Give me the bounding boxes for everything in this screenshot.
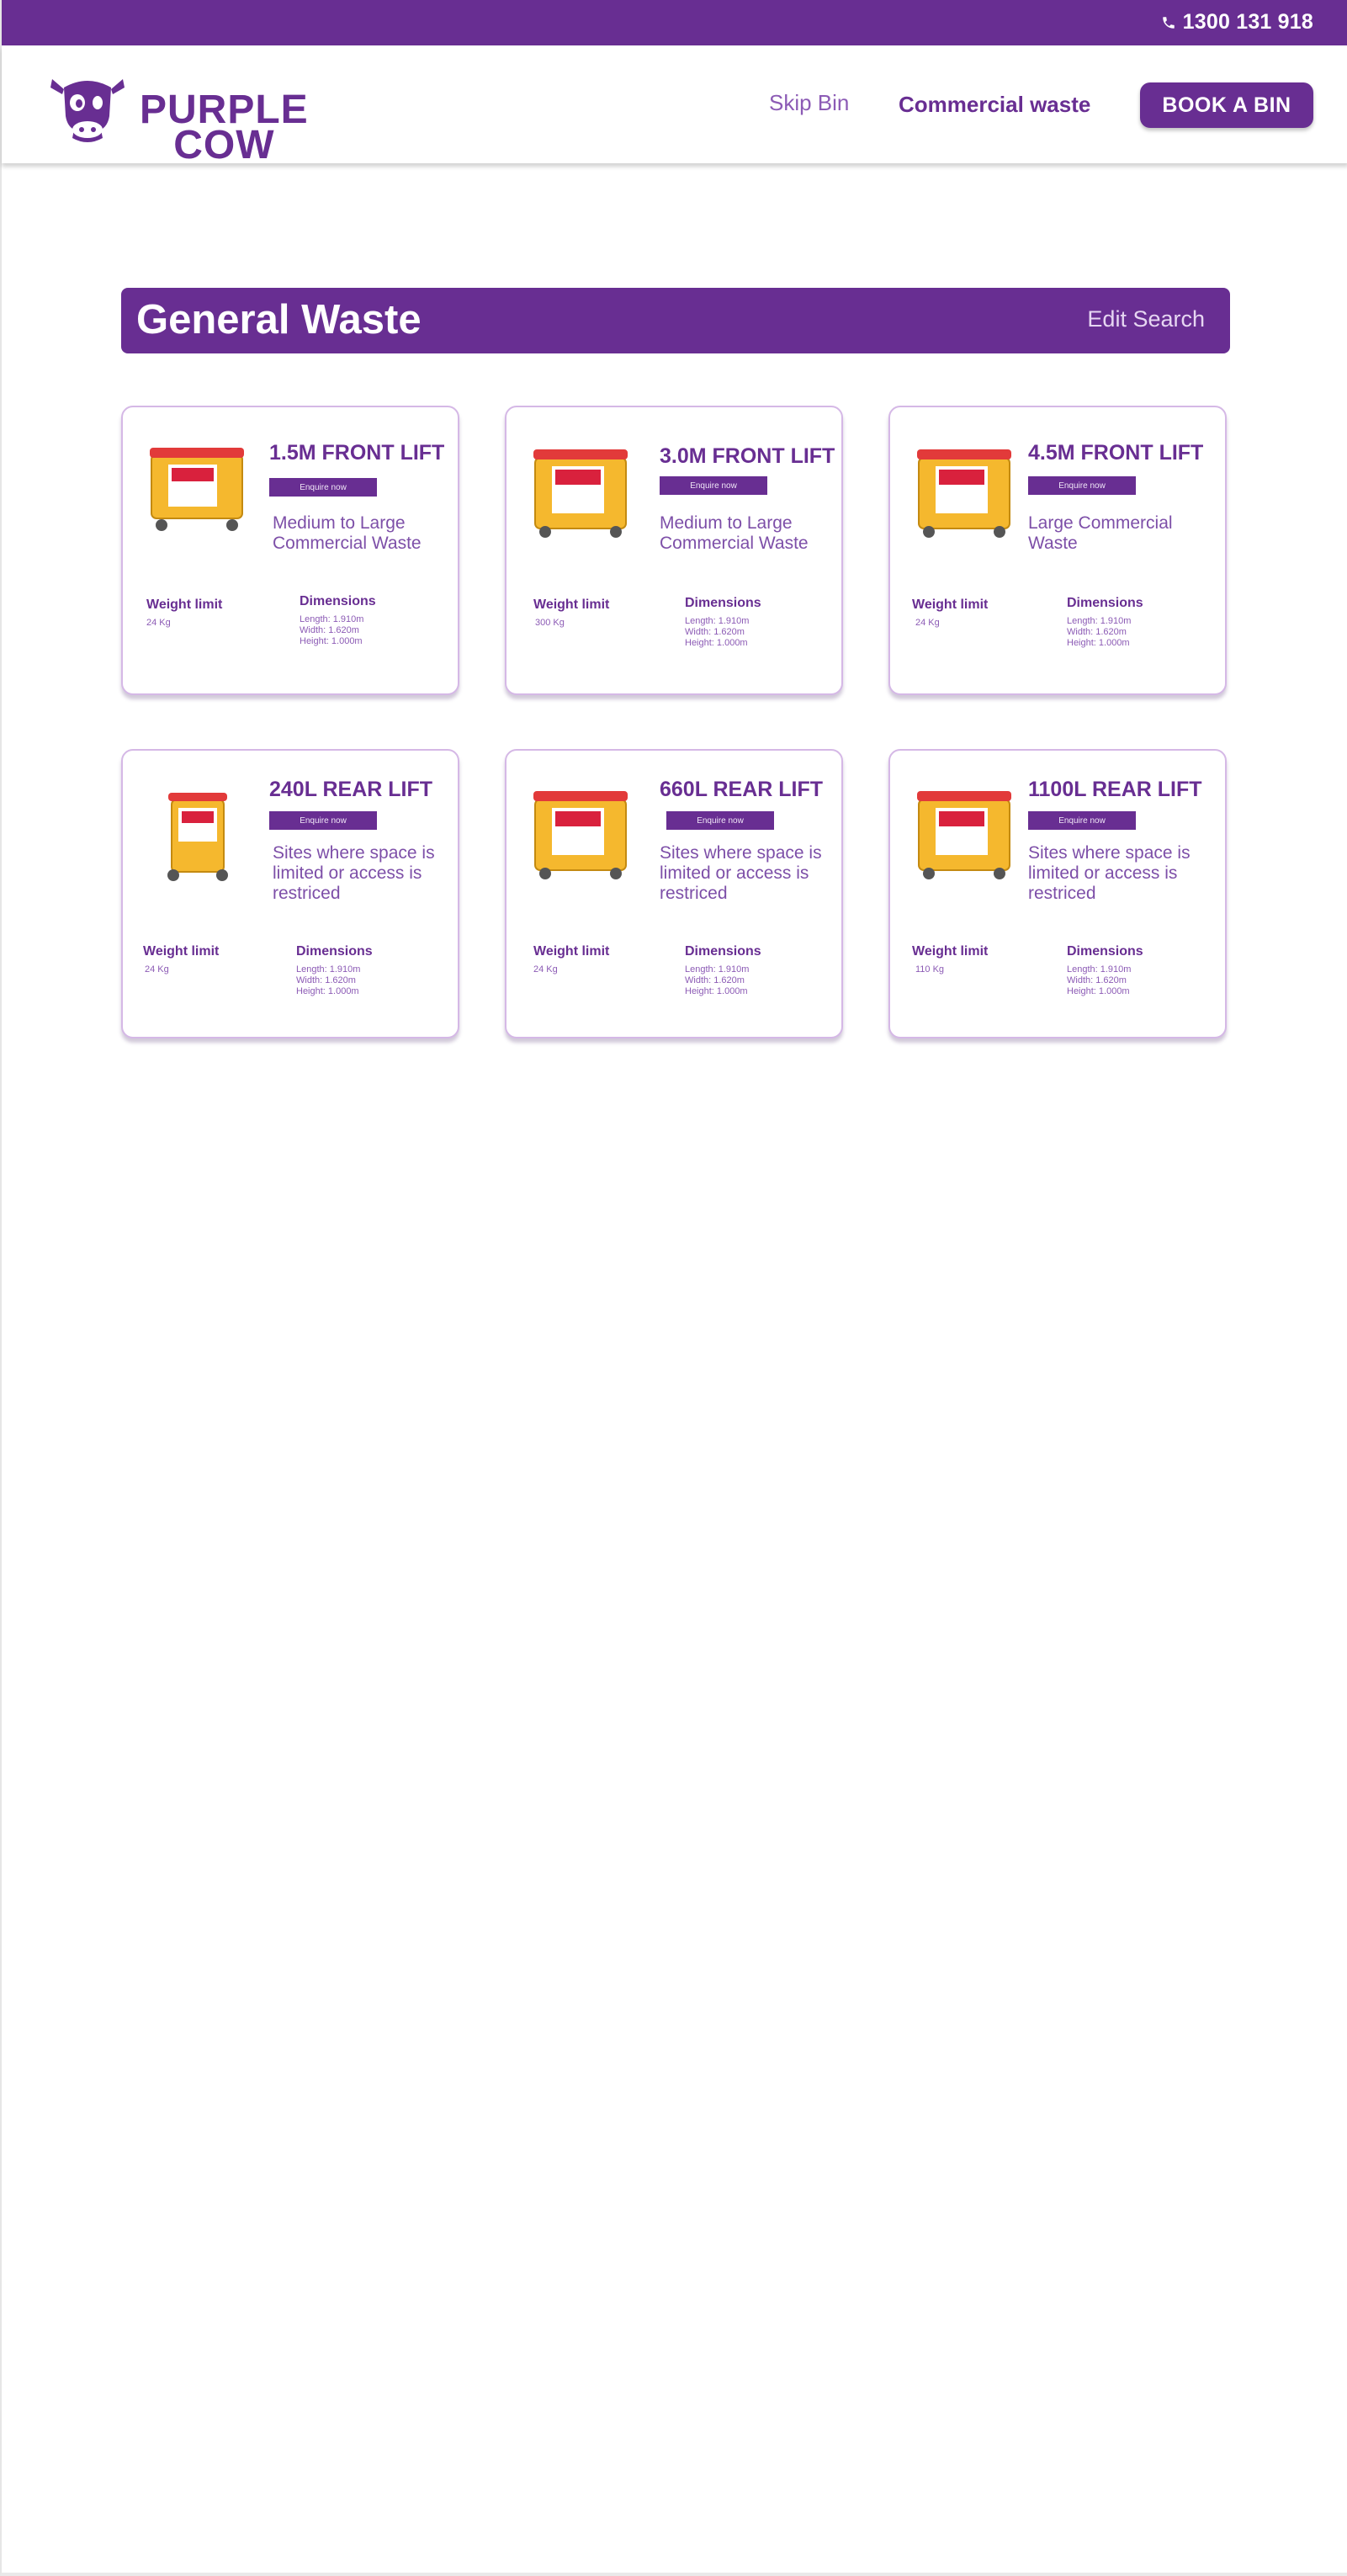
weight-limit-value: 300 Kg [535,618,565,628]
rear-lift-bin-icon [533,791,628,879]
dimension-length: Length: 1.910m [1067,616,1132,626]
dimension-width: Width: 1.620m [1067,975,1127,985]
dimensions-label: Dimensions [1067,944,1143,959]
weight-limit-value: 110 Kg [915,964,945,975]
edit-search-link[interactable]: Edit Search [1087,306,1205,332]
bin-card: 4.5M FRONT LIFT Enquire now Large Commer… [888,406,1227,695]
phone-icon [1162,16,1175,29]
dimension-length: Length: 1.910m [300,614,364,624]
dimension-length: Length: 1.910m [1067,964,1132,975]
dimension-width: Width: 1.620m [296,975,356,985]
site-header: PURPLE COW Skip Bin Commercial waste BOO… [2,45,1347,166]
dimension-width: Width: 1.620m [685,627,745,637]
nav-commercial-waste[interactable]: Commercial waste [899,92,1090,118]
enquire-now-button[interactable]: Enquire now [1028,476,1136,495]
weight-limit-label: Weight limit [146,598,223,612]
brand-wordmark: PURPLE COW [140,90,309,167]
enquire-now-button[interactable]: Enquire now [1028,811,1136,830]
front-lift-bin-icon [917,449,1011,538]
dimensions-values: Length: 1.910m Width: 1.620m Height: 1.0… [1067,964,1131,997]
card-title: 1100L REAR LIFT [1028,778,1202,801]
dimension-height: Height: 1.000m [1067,638,1130,648]
weight-limit-label: Weight limit [912,944,989,959]
page-title: General Waste [136,297,422,343]
dimensions-label: Dimensions [296,944,373,959]
top-bar: 1300 131 918 [2,0,1347,45]
dimension-width: Width: 1.620m [1067,627,1127,637]
dimension-height: Height: 1.000m [1067,986,1130,996]
weight-limit-label: Weight limit [912,598,989,612]
cow-head-icon [50,79,125,142]
wheelie-bin-icon [167,793,228,881]
nav-skip-bin[interactable]: Skip Bin [769,90,849,116]
enquire-now-button[interactable]: Enquire now [269,478,377,497]
phone-link[interactable]: 1300 131 918 [1161,10,1313,35]
dimension-height: Height: 1.000m [685,638,748,648]
weight-limit-value: 24 Kg [533,964,558,975]
dimensions-values: Length: 1.910m Width: 1.620m Height: 1.0… [685,616,749,649]
dimensions-values: Length: 1.910m Width: 1.620m Height: 1.0… [296,964,360,997]
bin-card: 240L REAR LIFT Enquire now Sites where s… [121,749,459,1038]
brand-logo[interactable]: PURPLE COW [45,67,348,166]
rear-lift-bin-icon [917,791,1011,879]
card-description: Sites where space is limited or access i… [1028,843,1191,903]
dimensions-values: Length: 1.910m Width: 1.620m Height: 1.0… [300,614,363,647]
card-title: 240L REAR LIFT [269,778,433,801]
card-description: Medium to Large Commercial Waste [660,513,809,553]
bin-card: 3.0M FRONT LIFT Enquire now Medium to La… [505,406,843,695]
card-title: 4.5M FRONT LIFT [1028,441,1204,465]
brand-line2: COW [173,123,275,167]
card-description: Medium to Large Commercial Waste [273,513,422,553]
card-description: Large Commercial Waste [1028,513,1173,553]
weight-limit-value: 24 Kg [915,618,940,628]
weight-limit-label: Weight limit [533,944,610,959]
phone-number: 1300 131 918 [1182,10,1313,34]
dimension-height: Height: 1.000m [300,636,363,646]
enquire-now-button[interactable]: Enquire now [660,476,767,495]
dimension-length: Length: 1.910m [296,964,361,975]
weight-limit-value: 24 Kg [145,964,169,975]
book-a-bin-button[interactable]: BOOK A BIN [1140,82,1313,128]
bin-card: 1.5M FRONT LIFT Enquire now Medium to La… [121,406,459,695]
dimension-width: Width: 1.620m [300,625,359,635]
card-title: 660L REAR LIFT [660,778,824,801]
card-description: Sites where space is limited or access i… [660,843,822,903]
page-title-bar: General Waste Edit Search [121,288,1230,353]
weight-limit-label: Weight limit [143,944,220,959]
weight-limit-value: 24 Kg [146,618,171,628]
dimension-width: Width: 1.620m [685,975,745,985]
front-lift-bin-icon [150,448,244,531]
dimensions-label: Dimensions [300,594,376,608]
card-title: 1.5M FRONT LIFT [269,441,445,465]
weight-limit-label: Weight limit [533,598,610,612]
dimension-height: Height: 1.000m [685,986,748,996]
dimension-length: Length: 1.910m [685,616,750,626]
bin-card: 660L REAR LIFT Enquire now Sites where s… [505,749,843,1038]
card-title: 3.0M FRONT LIFT [660,444,835,468]
dimensions-label: Dimensions [1067,596,1143,610]
dimensions-label: Dimensions [685,944,761,959]
dimensions-values: Length: 1.910m Width: 1.620m Height: 1.0… [1067,616,1131,649]
enquire-now-button[interactable]: Enquire now [269,811,377,830]
dimension-length: Length: 1.910m [685,964,750,975]
dimensions-values: Length: 1.910m Width: 1.620m Height: 1.0… [685,964,749,997]
front-lift-bin-icon [533,449,628,538]
card-description: Sites where space is limited or access i… [273,843,435,903]
dimensions-label: Dimensions [685,596,761,610]
enquire-now-button[interactable]: Enquire now [666,811,774,830]
dimension-height: Height: 1.000m [296,986,359,996]
bin-card: 1100L REAR LIFT Enquire now Sites where … [888,749,1227,1038]
